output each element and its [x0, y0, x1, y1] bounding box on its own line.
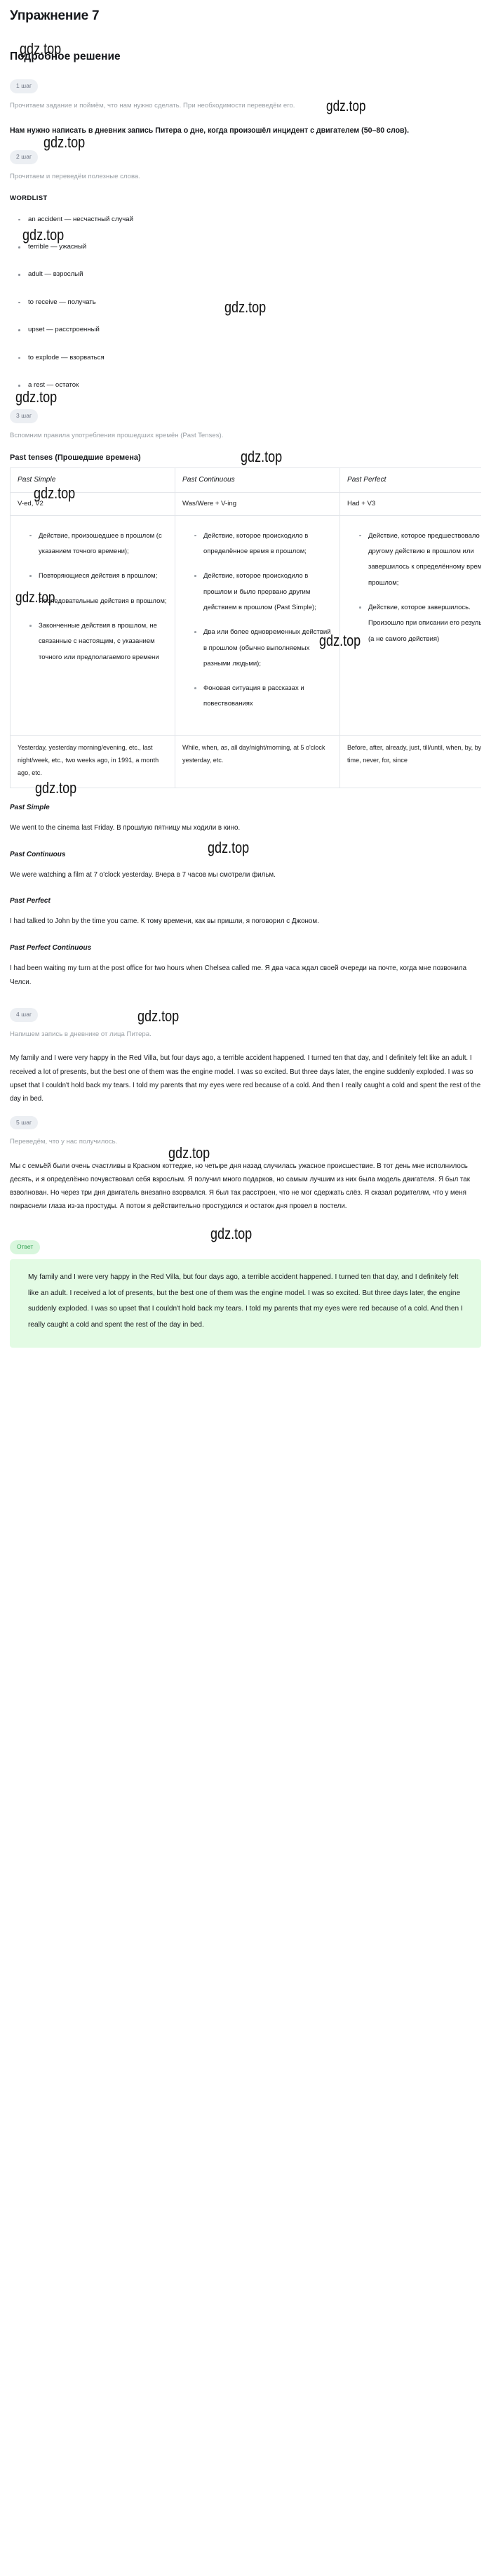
markers-cell: Before, after, already, just, till/until… [339, 735, 481, 789]
tense-label: Past Simple [10, 804, 50, 812]
step-badge-5: 5 шаг [10, 1115, 39, 1130]
step-4-answer-text: My family and I were very happy in the R… [10, 1054, 481, 1103]
tense-example-past-simple: Past Simple We went to the cinema last F… [10, 804, 481, 835]
usage-list: Действие, которое происходило в определё… [180, 529, 335, 712]
tense-example-past-continuous: Past Continuous We were watching a film … [10, 851, 481, 882]
answer-text: My family and I were very happy in the R… [28, 1273, 463, 1329]
column-header: Past Simple [10, 467, 175, 493]
step-badge-2: 2 шаг [10, 150, 39, 164]
list-item: adult — взрослый [18, 270, 481, 279]
tense-label: Past Perfect Continuous [10, 944, 92, 952]
list-item: Действие, которое происходило в определё… [194, 529, 335, 560]
list-item: upset — расстроенный [18, 325, 481, 335]
page-title: Упражнение 7 [10, 8, 100, 23]
table-header-row: Past Simple Past Continuous Past Perfect… [10, 467, 481, 493]
list-item: Законченные действия в прошлом, не связа… [29, 618, 170, 665]
tense-example-text: We were watching a film at 7 o'clock yes… [10, 870, 276, 879]
table-caption: Past tenses (Прошедшие времена) [10, 453, 141, 462]
list-item: an accident — несчастный случай [18, 215, 481, 225]
list-item: Повторяющиеся действия в прошлом; [29, 569, 170, 584]
formula-cell: V-ed, V2 [10, 491, 175, 516]
usage-list: Действие, которое предшествовало другому… [344, 529, 481, 647]
table-scroll-region[interactable]: Past Simple Past Continuous Past Perfect… [10, 467, 481, 789]
markers-cell: Yesterday, yesterday morning/evening, et… [10, 735, 175, 789]
step-5-translation-text: Мы с семьёй были очень счастливы в Красн… [10, 1162, 471, 1211]
list-item: Действие, которое происходило в прошлом … [194, 569, 335, 616]
step-1-section: 1 шаг Прочитаем задание и поймём, что на… [10, 79, 481, 138]
list-item: to explode — взорваться [18, 353, 481, 363]
answer-section: Ответ My family and I were very happy in… [10, 1222, 481, 1348]
tense-label: Past Perfect [10, 897, 51, 905]
list-item: to receive — получать [18, 298, 481, 307]
answer-box: My family and I were very happy in the R… [10, 1259, 481, 1348]
column-header: Past Continuous [175, 467, 340, 493]
wordlist: an accident — несчастный случай terrible… [10, 215, 481, 391]
list-item: Два или более одновременных действий в п… [194, 625, 335, 672]
tense-example-past-perfect: Past Perfect I had talked to John by the… [10, 897, 481, 929]
column-header: Past Perfect [339, 467, 481, 493]
step-3-instruction: Вспомним правила употребления прошедших … [10, 431, 224, 439]
usage-list: Действие, произошедшее в прошлом (с указ… [15, 529, 170, 665]
step-3-section: 3 шаг Вспомним правила употребления прош… [10, 409, 481, 989]
table-row: Действие, произошедшее в прошлом (с указ… [10, 514, 481, 736]
list-item: Действие, произошедшее в прошлом (с указ… [29, 529, 170, 560]
step-badge-1: 1 шаг [10, 79, 39, 93]
list-item: a rest — остаток [18, 380, 481, 390]
formula-cell: Had + V3 [339, 491, 481, 516]
list-item: Действие, которое завершилось. Произошло… [359, 600, 481, 647]
step-2-section: 2 шаг Прочитаем и переведём полезные сло… [10, 150, 481, 390]
tense-example-text: I had been waiting my turn at the post o… [10, 964, 467, 986]
watermark: gdz.top [15, 388, 58, 406]
step-5-instruction: Переведём, что у нас получилось. [10, 1138, 118, 1146]
usage-cell: Действие, которое происходило в определё… [175, 514, 340, 736]
markers-cell: While, when, as, all day/night/morning, … [175, 735, 340, 789]
solution-page: Упражнение 7 Подробное решение 1 шаг Про… [0, 0, 491, 1348]
tense-example-past-perfect-continuous: Past Perfect Continuous I had been waiti… [10, 944, 481, 989]
step-badge-4: 4 шаг [10, 1008, 39, 1022]
list-item: terrible — ужасный [18, 242, 481, 252]
table-row: Yesterday, yesterday morning/evening, et… [10, 735, 481, 789]
answer-badge: Ответ [10, 1240, 41, 1254]
step-1-instruction: Прочитаем задание и поймём, что нам нужн… [10, 101, 295, 109]
tense-example-text: We went to the cinema last Friday. В про… [10, 824, 241, 832]
usage-cell: Действие, которое предшествовало другому… [339, 514, 481, 736]
list-item: Действие, которое предшествовало другому… [359, 529, 481, 591]
past-tenses-table: Past Simple Past Continuous Past Perfect… [10, 467, 481, 789]
list-item: Фоновая ситуация в рассказах и повествов… [194, 681, 335, 712]
table-row: V-ed, V2 Was/Were + V-ing Had + V3 Had b… [10, 491, 481, 516]
tense-label: Past Continuous [10, 850, 66, 858]
step-5-section: 5 шаг Переведём, что у нас получилось. М… [10, 1115, 481, 1214]
step-4-section: 4 шаг Напишем запись в дневнике от лица … [10, 1007, 481, 1106]
step-2-instruction: Прочитаем и переведём полезные слова. [10, 172, 140, 180]
list-item: Последовательные действия в прошлом; [29, 594, 170, 609]
wordlist-heading: WORDLIST [10, 194, 48, 202]
formula-cell: Was/Were + V-ing [175, 491, 340, 516]
step-badge-3: 3 шаг [10, 409, 39, 423]
solution-heading: Подробное решение [10, 51, 121, 62]
step-4-instruction: Напишем запись в дневнике от лица Питера… [10, 1030, 152, 1038]
step-1-task: Нам нужно написать в дневник запись Пите… [10, 126, 410, 135]
usage-cell: Действие, произошедшее в прошлом (с указ… [10, 514, 175, 736]
tense-example-text: I had talked to John by the time you cam… [10, 917, 319, 926]
